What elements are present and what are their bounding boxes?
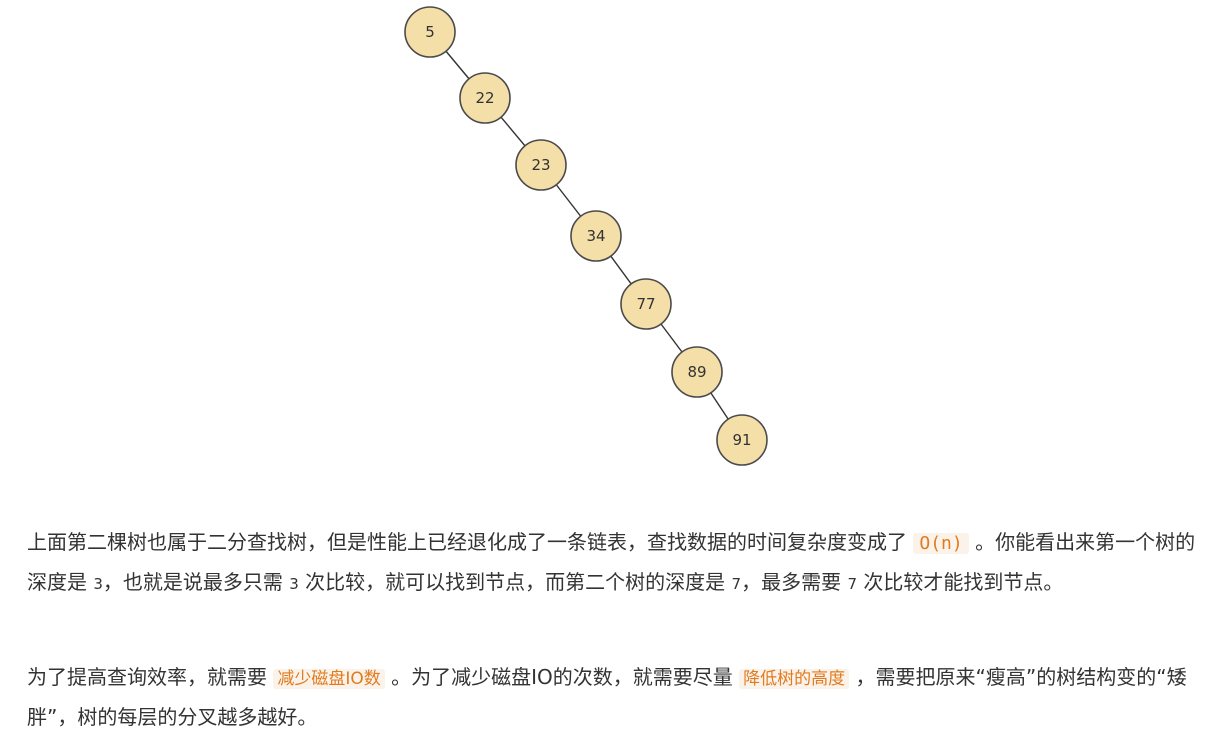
paragraph-text: 。为了减少磁盘IO的次数，就需要尽量 xyxy=(391,665,733,689)
depth-value: 3 xyxy=(93,575,103,593)
tree-node: 77 xyxy=(620,278,672,330)
highlight-reduce-io: 减少磁盘IO数 xyxy=(273,669,385,689)
inline-code-complexity: O(n) xyxy=(913,533,969,554)
tree-node-label: 23 xyxy=(531,156,550,174)
tree-node-label: 91 xyxy=(732,431,751,449)
paragraph-text: ，最多需要 xyxy=(741,570,842,594)
tree-node-label: 77 xyxy=(636,295,655,313)
paragraph-text: 次比较，就可以找到节点，而第二个树的深度是 xyxy=(305,570,726,594)
tree-node-label: 89 xyxy=(687,363,706,381)
compare-count: 7 xyxy=(847,575,857,593)
tree-node-label: 5 xyxy=(425,23,435,41)
tree-node-label: 34 xyxy=(586,227,605,245)
paragraph-text: 为了提高查询效率，就需要 xyxy=(27,665,267,689)
paragraph-text: 上面第二棵树也属于二分查找树，但是性能上已经退化成了一条链表，查找数据的时间复杂… xyxy=(27,530,907,554)
paragraph-1: 上面第二棵树也属于二分查找树，但是性能上已经退化成了一条链表，查找数据的时间复杂… xyxy=(27,523,1197,603)
tree-diagram: 5 22 23 34 77 89 91 xyxy=(404,6,768,466)
tree-node: 34 xyxy=(570,210,622,262)
depth-value: 7 xyxy=(731,575,742,593)
compare-count: 3 xyxy=(289,575,299,593)
tree-node: 5 xyxy=(404,6,456,58)
tree-node-label: 22 xyxy=(475,89,494,107)
tree-node: 22 xyxy=(459,72,511,124)
paragraph-text: 次比较才能找到节点。 xyxy=(863,570,1064,594)
tree-node: 89 xyxy=(671,346,723,398)
tree-node: 23 xyxy=(515,139,567,191)
highlight-lower-height: 降低树的高度 xyxy=(739,669,850,689)
paragraph-text: ，也就是说最多只需 xyxy=(102,570,283,594)
tree-node: 91 xyxy=(716,414,768,466)
paragraph-2: 为了提高查询效率，就需要 减少磁盘IO数 。为了减少磁盘IO的次数，就需要尽量 … xyxy=(27,658,1197,736)
